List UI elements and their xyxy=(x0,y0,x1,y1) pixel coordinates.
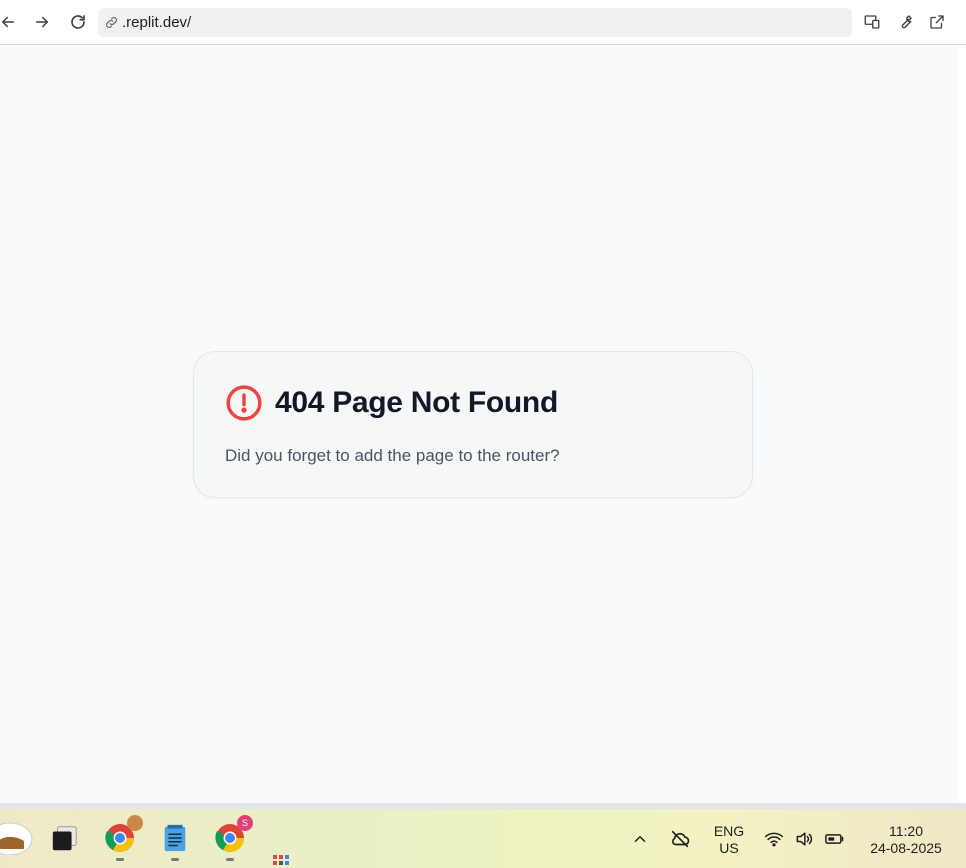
profile-avatar-badge xyxy=(127,815,143,831)
clock-time: 11:20 xyxy=(889,823,923,839)
reload-icon[interactable] xyxy=(66,10,90,34)
card-header: 404 Page Not Found xyxy=(225,384,558,422)
taskbar: S ENG US 11:20 24-08-2025 xyxy=(0,809,966,868)
cloud-offline-icon[interactable] xyxy=(666,809,694,868)
link-icon xyxy=(104,15,120,31)
battery-icon[interactable] xyxy=(822,809,848,868)
open-external-icon[interactable] xyxy=(925,10,949,34)
app-grid-icon[interactable] xyxy=(268,853,302,868)
page-title: 404 Page Not Found xyxy=(275,386,558,419)
clock-date: 24-08-2025 xyxy=(870,840,942,856)
forward-arrow-icon[interactable] xyxy=(30,10,54,34)
file-app-icon[interactable] xyxy=(48,821,82,855)
running-indicator xyxy=(226,858,234,861)
running-indicator xyxy=(116,858,124,861)
scrollbar-track[interactable] xyxy=(958,46,966,803)
devices-icon[interactable] xyxy=(860,10,884,34)
start-wallpaper-icon[interactable] xyxy=(0,821,34,855)
back-arrow-icon[interactable] xyxy=(0,10,20,34)
url-text: .replit.dev/ xyxy=(122,14,192,31)
volume-icon[interactable] xyxy=(792,809,816,868)
chrome-badge: S xyxy=(237,815,253,831)
notepad-icon[interactable] xyxy=(158,821,192,861)
system-clock[interactable]: 11:20 24-08-2025 xyxy=(858,823,954,857)
not-found-card: 404 Page Not Found Did you forget to add… xyxy=(193,351,753,498)
chrome-icon[interactable]: S xyxy=(213,815,253,861)
wrench-icon[interactable] xyxy=(893,10,917,34)
keyboard-region: US xyxy=(719,840,739,856)
language-code: ENG xyxy=(713,823,745,839)
card-description: Did you forget to add the page to the ro… xyxy=(225,446,560,465)
running-indicator xyxy=(171,858,179,861)
page-viewport: 404 Page Not Found Did you forget to add… xyxy=(0,46,958,803)
alert-circle-icon xyxy=(225,384,263,422)
language-indicator[interactable]: ENG US xyxy=(708,823,750,857)
wifi-icon[interactable] xyxy=(762,809,786,868)
address-bar[interactable]: .replit.dev/ xyxy=(98,8,852,37)
browser-toolbar: .replit.dev/ xyxy=(0,0,966,45)
chrome-profile-icon[interactable] xyxy=(103,815,143,861)
chevron-up-icon[interactable] xyxy=(628,809,652,868)
